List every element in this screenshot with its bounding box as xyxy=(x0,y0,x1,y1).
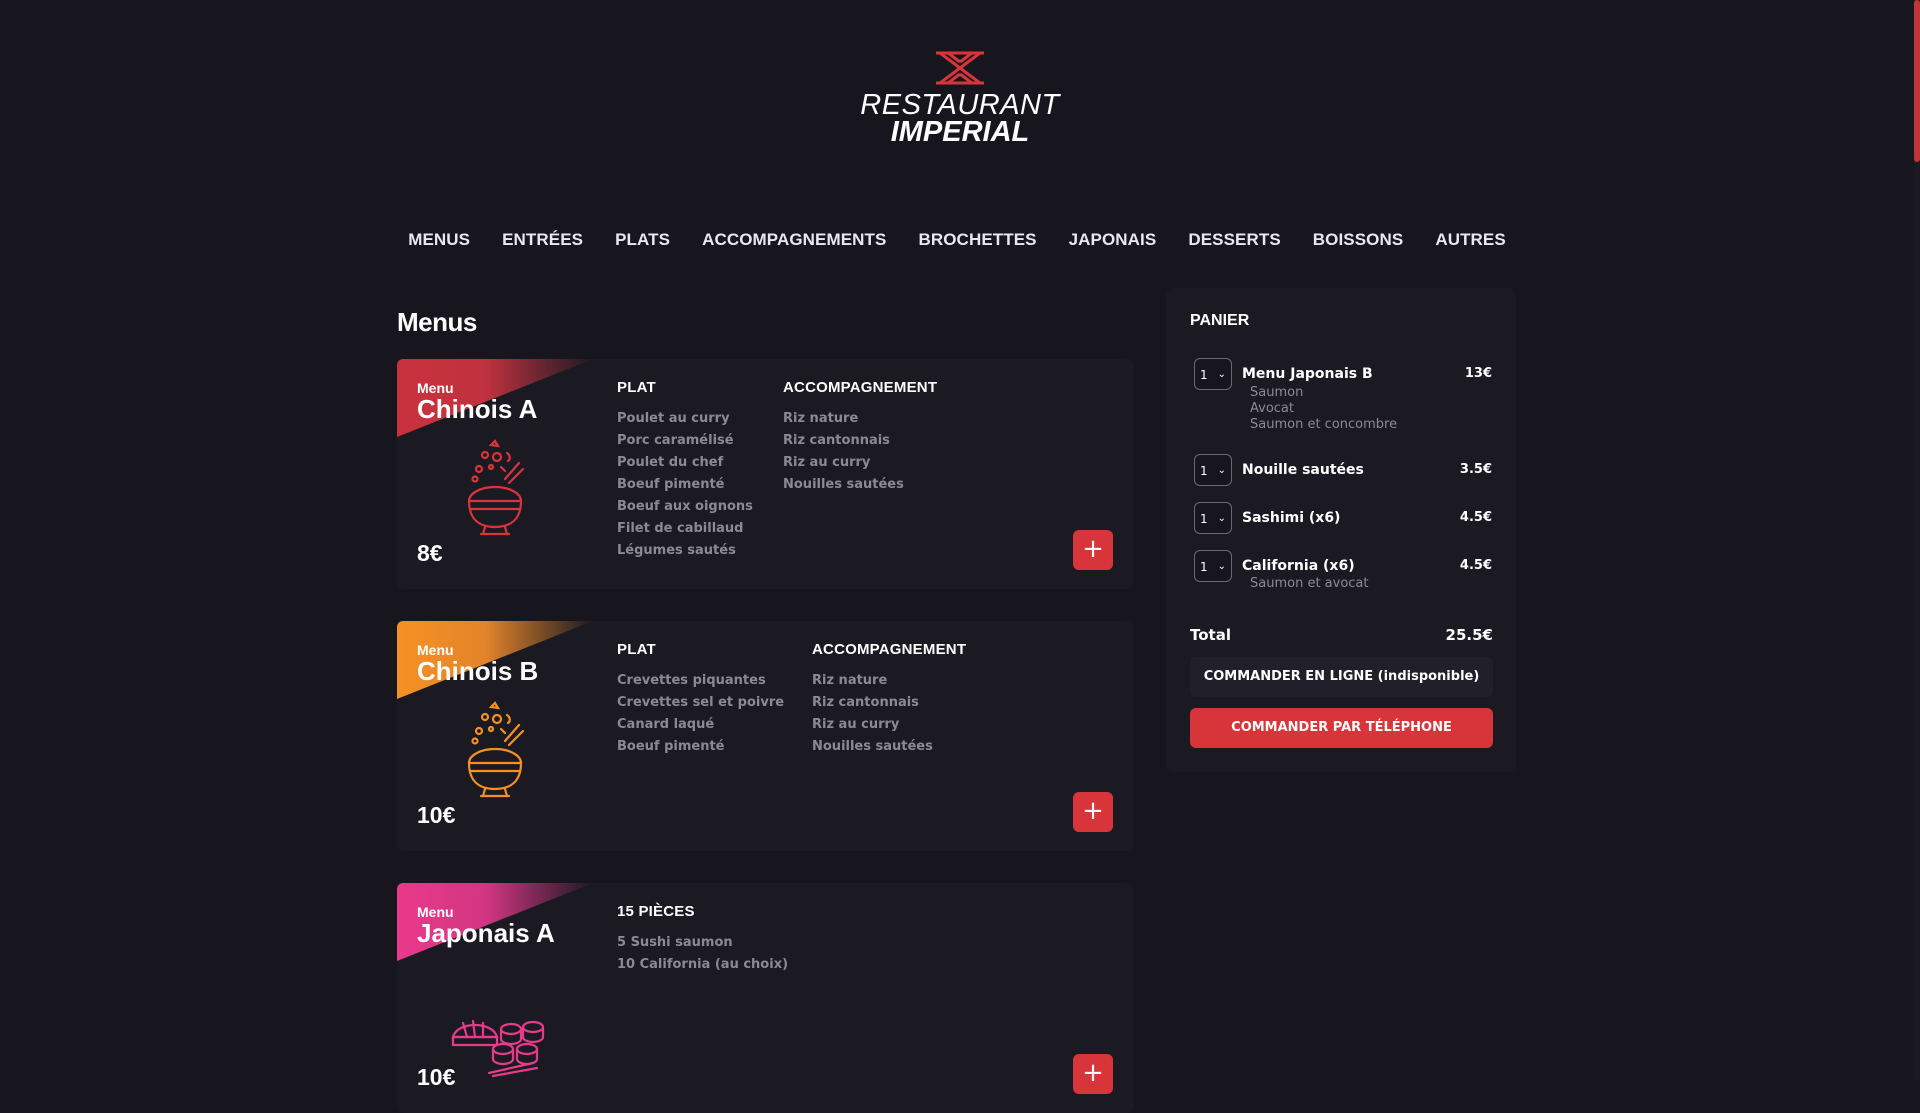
order-online-button[interactable]: COMMANDER EN LIGNE (indisponible) xyxy=(1190,657,1493,697)
column-title: ACCOMPAGNEMENT xyxy=(812,641,967,658)
rice-bowl-icon xyxy=(467,439,525,536)
quantity-select[interactable]: 1 ⌄ xyxy=(1194,550,1232,582)
list-item: Boeuf pimenté xyxy=(617,477,725,492)
column-title: 15 PIÈCES xyxy=(617,903,695,920)
menu-card-japonais-a: Menu Japonais A 10€ 15 PIÈCES 5 Sushi sa… xyxy=(397,883,1133,1113)
menu-name: Japonais A xyxy=(417,918,555,948)
nav-japonais[interactable]: JAPONAIS xyxy=(1069,230,1157,250)
nav-accompagnements[interactable]: ACCOMPAGNEMENTS xyxy=(702,230,886,250)
nav-boissons[interactable]: BOISSONS xyxy=(1313,230,1404,250)
cart-item-option: Saumon xyxy=(1250,385,1304,400)
cart-title: PANIER xyxy=(1190,312,1250,329)
list-item: Canard laqué xyxy=(617,717,715,732)
cart-item-option: Saumon et avocat xyxy=(1250,576,1369,591)
list-item: Crevettes piquantes xyxy=(617,673,766,688)
cart-item-option: Avocat xyxy=(1250,401,1294,416)
list-item: Poulet au curry xyxy=(617,411,730,426)
menu-name: Chinois A xyxy=(417,394,538,424)
quantity-select[interactable]: 1 ⌄ xyxy=(1194,358,1232,390)
scrollbar-thumb[interactable] xyxy=(1914,0,1920,162)
add-to-cart-button[interactable]: + xyxy=(1073,530,1113,570)
cart-item-name: Nouille sautées xyxy=(1242,462,1364,478)
list-item: Crevettes sel et poivre xyxy=(617,695,785,710)
nav-desserts[interactable]: DESSERTS xyxy=(1188,230,1280,250)
quantity-value: 1 xyxy=(1200,368,1208,382)
menu-price: 10€ xyxy=(417,802,456,828)
cart-item-price: 3.5€ xyxy=(1459,462,1492,477)
list-item: Porc caramélisé xyxy=(617,433,734,448)
quantity-value: 1 xyxy=(1200,560,1208,574)
nav-menus[interactable]: MENUS xyxy=(408,230,470,250)
list-item: Riz cantonnais xyxy=(812,695,919,710)
chevron-down-icon: ⌄ xyxy=(1217,561,1226,572)
menu-card-chinois-b: Menu Chinois B 10€ PLAT Crevettes piquan… xyxy=(397,621,1133,851)
chevron-down-icon: ⌄ xyxy=(1217,513,1226,524)
list-item: Riz nature xyxy=(812,673,888,688)
nav-plats[interactable]: PLATS xyxy=(615,230,670,250)
list-item: Riz au curry xyxy=(783,455,871,470)
list-item: Boeuf pimenté xyxy=(617,739,725,754)
column-title: PLAT xyxy=(617,379,656,396)
category-nav: MENUS ENTRÉES PLATS ACCOMPAGNEMENTS BROC… xyxy=(0,230,1914,250)
list-item: Riz cantonnais xyxy=(783,433,890,448)
menu-price: 10€ xyxy=(417,1064,456,1090)
quantity-value: 1 xyxy=(1200,512,1208,526)
list-item: 10 California (au choix) xyxy=(617,957,789,972)
list-item: Riz au curry xyxy=(812,717,900,732)
cart-item-price: 4.5€ xyxy=(1459,510,1492,525)
list-item: Filet de cabillaud xyxy=(617,521,744,536)
logo-line1: RESTAURANT xyxy=(860,89,1060,121)
accompagnement-column: ACCOMPAGNEMENT Riz nature Riz cantonnais… xyxy=(812,641,966,758)
pieces-column: 15 PIÈCES 5 Sushi saumon 10 California (… xyxy=(617,903,788,976)
menu-price: 8€ xyxy=(417,540,443,566)
chevron-down-icon: ⌄ xyxy=(1217,369,1226,380)
quantity-value: 1 xyxy=(1200,464,1208,478)
cart-item-name: Menu Japonais B xyxy=(1242,366,1373,382)
total-label: Total xyxy=(1190,626,1231,644)
nav-autres[interactable]: AUTRES xyxy=(1435,230,1506,250)
menu-name: Chinois B xyxy=(417,656,539,686)
cart-item-option: Saumon et concombre xyxy=(1250,417,1398,432)
column-title: PLAT xyxy=(617,641,656,658)
plat-column: PLAT Poulet au curry Porc caramélisé Pou… xyxy=(617,379,753,562)
rice-bowl-icon xyxy=(467,701,525,798)
quantity-select[interactable]: 1 ⌄ xyxy=(1194,502,1232,534)
list-item: Boeuf aux oignons xyxy=(617,499,753,514)
list-item: Nouilles sautées xyxy=(783,477,904,492)
cart-panel: PANIER 1 ⌄ Menu Japonais B 13€ Saumon Avo… xyxy=(1166,288,1516,772)
list-item: 5 Sushi saumon xyxy=(617,935,733,950)
nav-entrees[interactable]: ENTRÉES xyxy=(502,230,583,250)
list-item: Légumes sautés xyxy=(617,543,736,558)
menu-card-chinois-a: Menu Chinois A 8€ PLAT Poulet au curry P… xyxy=(397,359,1133,589)
cart-item-name: Sashimi (x6) xyxy=(1242,510,1341,526)
plat-column: PLAT Crevettes piquantes Crevettes sel e… xyxy=(617,641,784,758)
list-item: Riz nature xyxy=(783,411,859,426)
total-value: 25.5€ xyxy=(1445,626,1493,644)
cart-item-price: 4.5€ xyxy=(1459,558,1492,573)
chevron-down-icon: ⌄ xyxy=(1217,465,1226,476)
add-to-cart-button[interactable]: + xyxy=(1073,792,1113,832)
order-phone-button[interactable]: COMMANDER PAR TÉLÉPHONE xyxy=(1190,708,1493,748)
column-title: ACCOMPAGNEMENT xyxy=(783,379,938,396)
add-to-cart-button[interactable]: + xyxy=(1073,1054,1113,1094)
cart-item-price: 13€ xyxy=(1464,366,1492,381)
nav-brochettes[interactable]: BROCHETTES xyxy=(918,230,1036,250)
list-item: Nouilles sautées xyxy=(812,739,933,754)
logo[interactable]: RESTAURANT IMPERIAL xyxy=(860,50,1060,150)
section-title: Menus xyxy=(397,307,477,337)
logo-line2: IMPERIAL xyxy=(890,116,1030,148)
accompagnement-column: ACCOMPAGNEMENT Riz nature Riz cantonnais… xyxy=(783,379,937,496)
sushi-icon xyxy=(451,1019,545,1077)
scrollbar[interactable] xyxy=(1914,0,1920,1080)
quantity-select[interactable]: 1 ⌄ xyxy=(1194,454,1232,486)
list-item: Poulet du chef xyxy=(617,455,724,470)
cart-item-name: California (x6) xyxy=(1242,558,1355,574)
imperial-emblem-icon xyxy=(936,51,984,85)
